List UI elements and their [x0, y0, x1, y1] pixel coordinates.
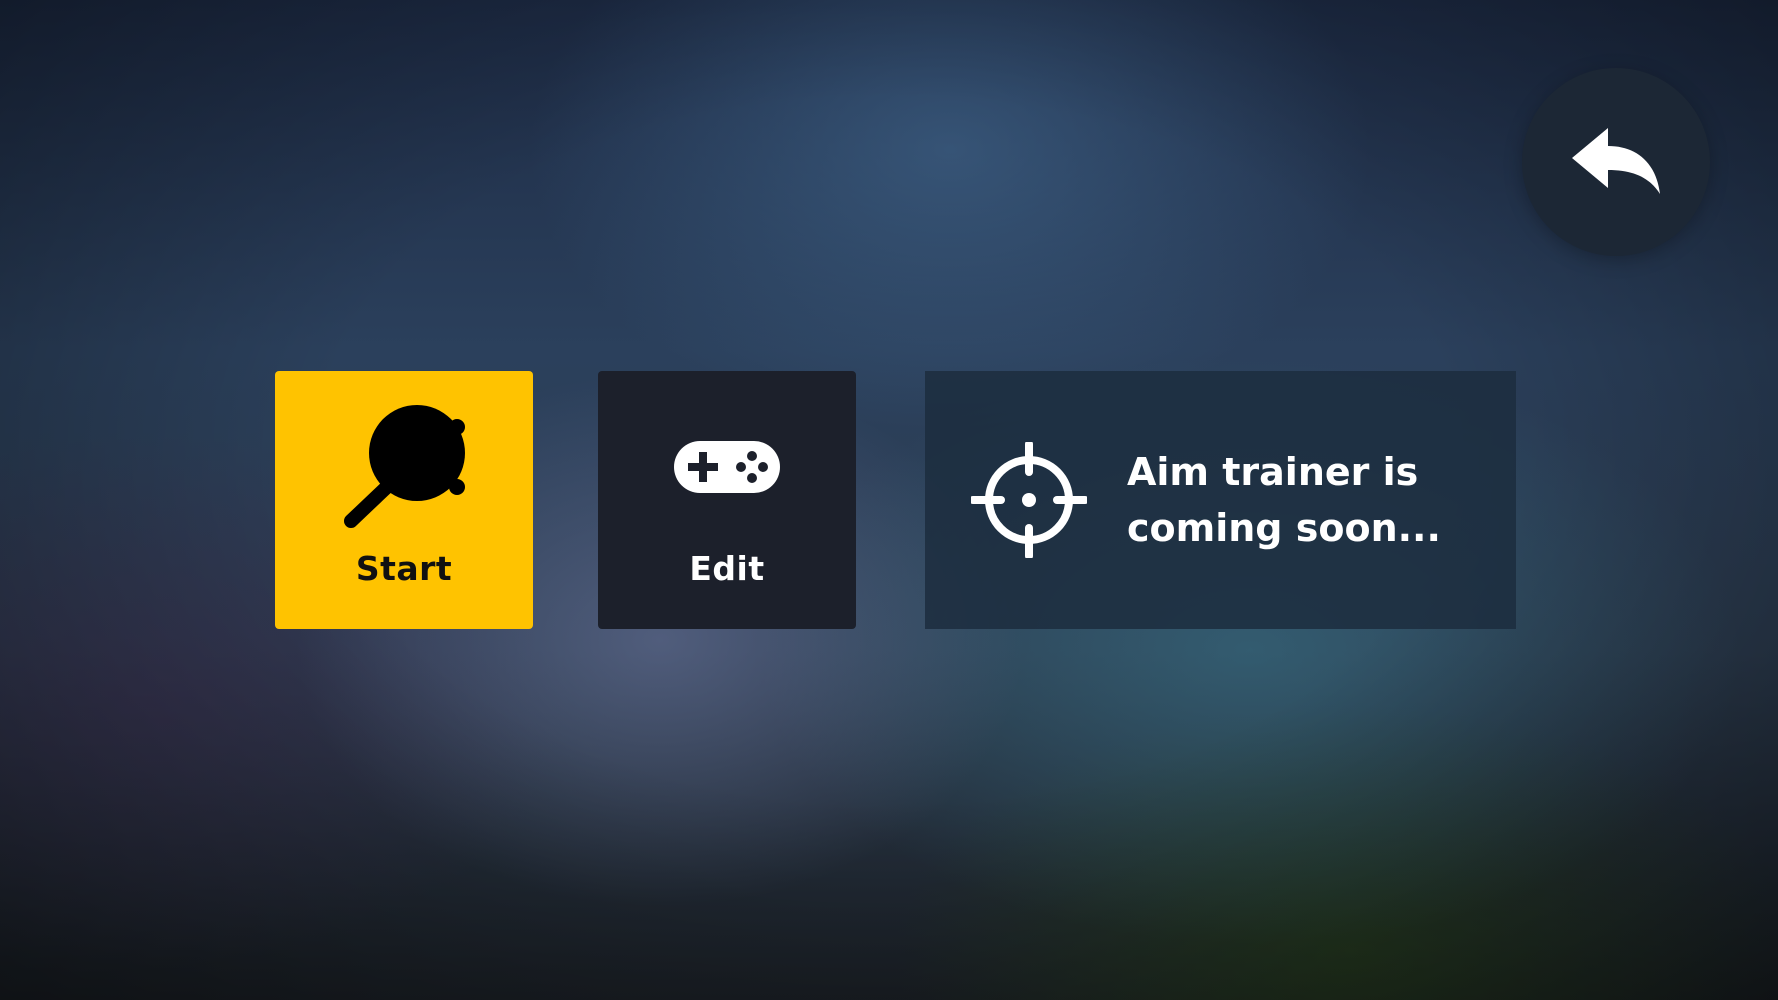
back-button[interactable] [1522, 68, 1710, 256]
gamepad-icon [672, 403, 782, 531]
aim-trainer-panel: Aim trainer is coming soon... [925, 371, 1516, 629]
reply-arrow-icon [1572, 128, 1660, 194]
start-label: Start [355, 549, 453, 588]
frying-pan-icon [339, 403, 469, 531]
edit-label: Edit [689, 549, 765, 588]
aim-trainer-message: Aim trainer is coming soon... [1127, 450, 1441, 550]
edit-button[interactable]: Edit [598, 371, 856, 629]
crosshair-icon [971, 442, 1087, 558]
start-button[interactable]: Start [275, 371, 533, 629]
